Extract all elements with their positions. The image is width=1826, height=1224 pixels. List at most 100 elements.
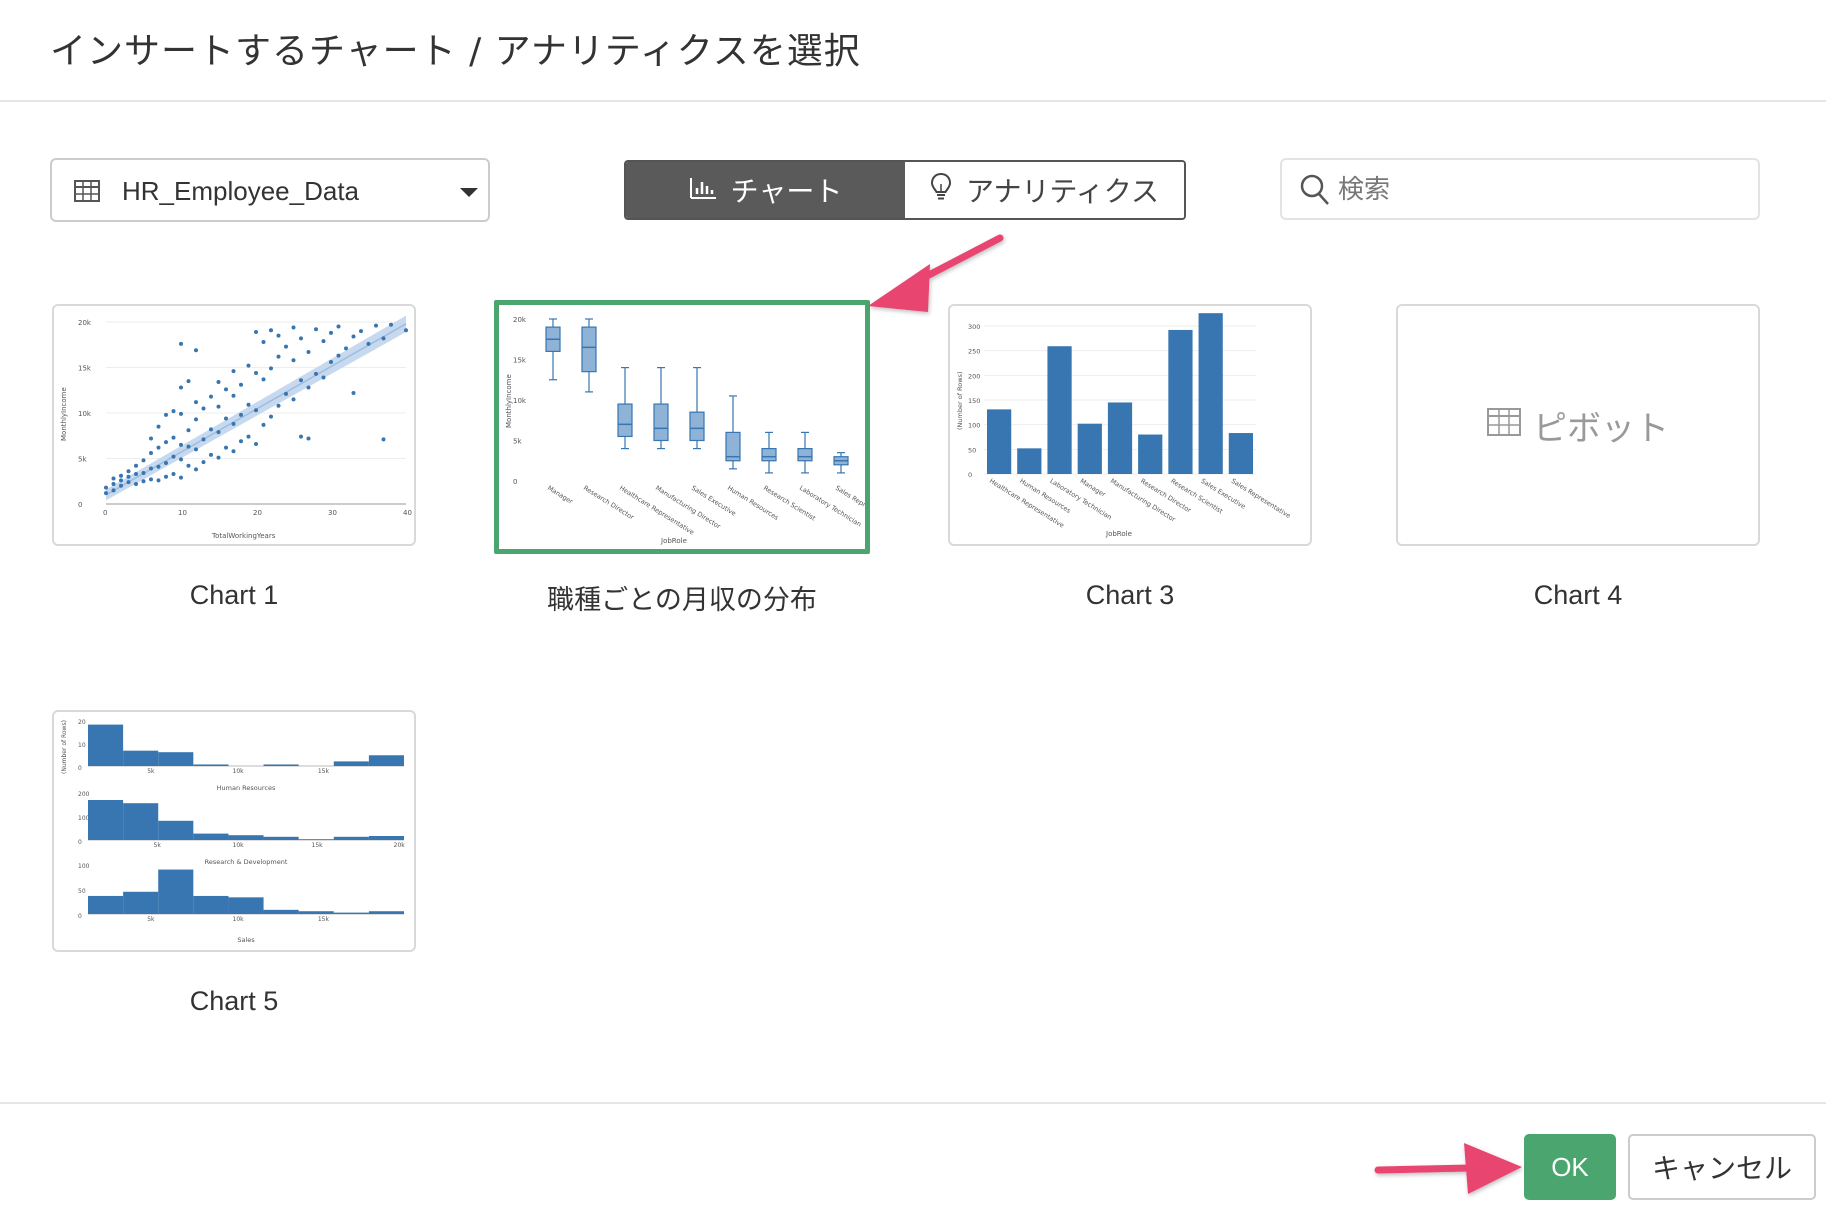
x-tick-label: 10k	[233, 916, 245, 923]
y-axis-label: MonthlyIncome	[505, 374, 513, 428]
cancel-button[interactable]: キャンセル	[1628, 1134, 1816, 1200]
scatter-point	[336, 324, 341, 329]
scatter-point	[126, 474, 131, 479]
tab-analytics[interactable]: アナリティクス	[905, 162, 1184, 218]
x-tick-label: 5k	[147, 768, 155, 775]
x-axis-label: JobRole	[660, 537, 687, 545]
chart-card-1[interactable]: 20k 15k 10k 5k 0 0 10 20 30 40 MonthlyIncome TotalW…	[52, 304, 416, 546]
scatter-point	[284, 344, 288, 349]
scatter-point	[254, 441, 258, 446]
search-box	[1280, 158, 1760, 220]
arrow-to-selected-chart	[868, 234, 1004, 312]
scatter-point	[359, 329, 363, 334]
scatter-point	[194, 348, 198, 353]
scatter-point	[404, 328, 408, 333]
chevron-down-icon	[460, 188, 478, 197]
scatter-point	[261, 377, 266, 382]
scatter-point	[276, 403, 281, 408]
histogram-bar	[123, 891, 159, 914]
scatter-point	[119, 478, 123, 483]
histogram-bar	[88, 895, 124, 914]
scatter-point	[209, 452, 213, 457]
bar	[987, 409, 1012, 474]
scatter-point	[111, 476, 116, 481]
histogram-bar	[158, 752, 194, 766]
scatter-point	[164, 412, 168, 417]
scatter-point	[149, 436, 153, 441]
scatter-point	[269, 328, 273, 333]
x-tick-label: Manager	[546, 484, 575, 506]
x-tick-label: 10k	[233, 768, 245, 775]
scatter-point	[119, 473, 123, 478]
scatter-point	[224, 416, 228, 421]
scatter-point	[164, 440, 168, 445]
scatter-point	[216, 430, 221, 435]
ok-button[interactable]: OK	[1524, 1134, 1616, 1200]
table-icon	[74, 180, 100, 207]
search-input[interactable]	[1338, 168, 1738, 212]
scatter-point	[231, 449, 236, 454]
bar	[1168, 329, 1193, 474]
scatter-point	[381, 437, 386, 442]
scatter-point	[381, 336, 386, 341]
scatter-point	[156, 424, 161, 429]
scatter-point	[141, 479, 146, 484]
scatter-point	[126, 480, 131, 485]
scatter-point	[254, 408, 258, 413]
scatter-point	[231, 421, 236, 426]
y-tick-label: 5k	[513, 438, 522, 446]
scatter-point	[351, 334, 356, 339]
scatter-point	[149, 451, 153, 456]
bar	[1228, 433, 1253, 474]
scatter-point	[231, 369, 236, 374]
scatter-point	[336, 353, 341, 358]
y-tick-label: 200	[968, 372, 980, 380]
dialog-title: インサートするチャート / アナリティクスを選択	[50, 31, 861, 72]
scatter-point	[156, 478, 161, 483]
scatter-point	[246, 363, 251, 368]
scatter-point	[291, 325, 296, 330]
chart-caption-5: Chart 5	[189, 986, 279, 1016]
y-tick-label: 10	[78, 742, 86, 749]
bar	[1107, 402, 1133, 474]
histogram-bar	[193, 764, 229, 766]
chart-caption-3: Chart 3	[1085, 580, 1175, 610]
chart-card-4[interactable]: ピボット	[1396, 304, 1760, 546]
y-tick-label: 150	[968, 397, 980, 405]
scatter-point	[261, 422, 266, 427]
chart-card-2[interactable]: 20k 15k 10k 5k 0 MonthlyIncome Manager Research…	[494, 300, 870, 554]
y-axis-label: (Number of Rows)	[61, 720, 68, 774]
x-tick-label: 40	[403, 509, 412, 517]
footer-divider	[0, 1102, 1826, 1104]
scatter-point	[149, 477, 153, 482]
scatter-point	[314, 327, 318, 332]
scatter-point	[104, 485, 108, 490]
scatter-point	[186, 428, 191, 433]
scatter-point	[299, 336, 303, 341]
chart-card-5[interactable]: 20 10 0 5k 10k 15k Human Resources 200 100 0 5k 10k…	[52, 710, 416, 952]
scatter-point	[171, 435, 176, 440]
scatter-point	[291, 358, 296, 363]
bar	[1198, 313, 1223, 474]
scatter-point	[126, 469, 131, 474]
facet-label: Human Resources	[217, 784, 276, 792]
chart-caption-1: Chart 1	[189, 580, 279, 610]
chart-card-3[interactable]: 300 250 200 150 100 50 0 (Number of Rows) Health…	[948, 304, 1312, 546]
chart-caption-4: Chart 4	[1533, 580, 1623, 610]
y-tick-label: 250	[968, 348, 980, 356]
scatter-point	[231, 393, 236, 398]
scatter-point	[216, 455, 221, 460]
scatter-point	[284, 391, 288, 396]
scatter-point	[329, 360, 333, 365]
histogram-bar	[263, 909, 299, 914]
y-tick-label: 0	[78, 839, 82, 846]
histogram-bar	[263, 836, 299, 840]
histogram-bar	[88, 800, 124, 840]
datasource-select[interactable]: HR_Employee_Data	[50, 158, 490, 222]
tab-chart[interactable]: チャート	[626, 162, 905, 218]
scatter-point	[194, 417, 198, 422]
scatter-point	[164, 461, 168, 466]
scatter-point	[186, 444, 191, 449]
scatter-point	[156, 445, 161, 450]
histogram-bar	[298, 839, 334, 840]
